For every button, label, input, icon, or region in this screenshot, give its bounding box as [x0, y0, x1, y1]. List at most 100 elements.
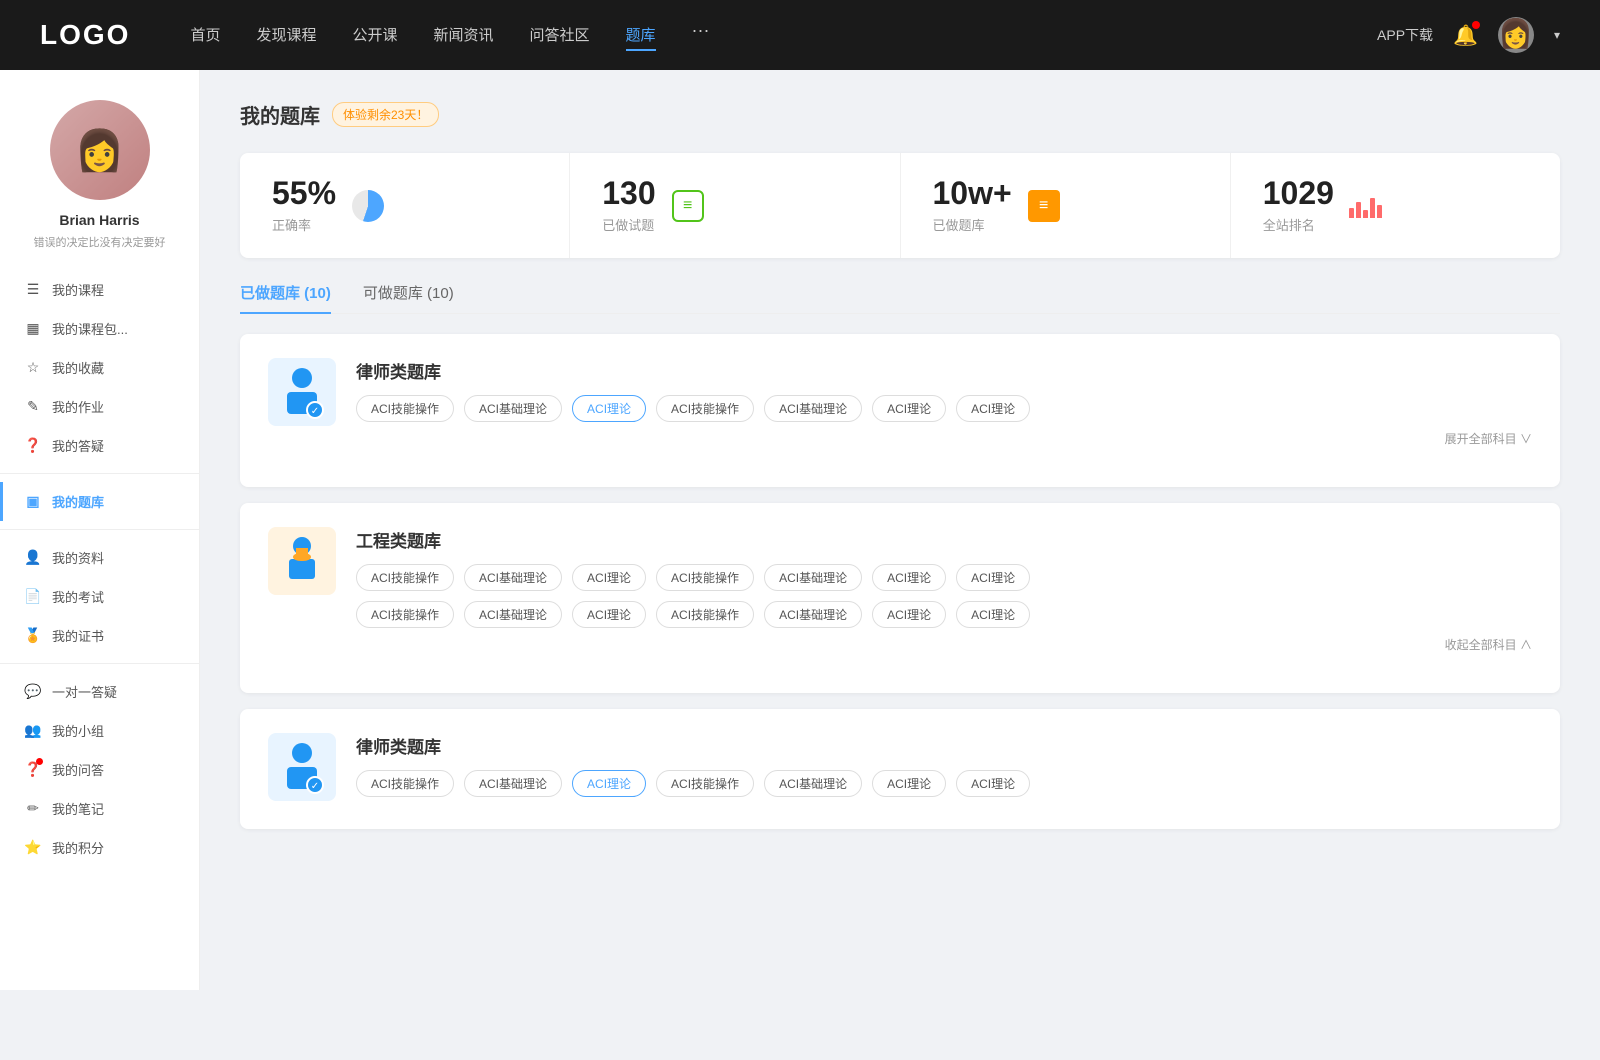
bank-1-expand[interactable]: 展开全部科目 ∨	[356, 430, 1532, 447]
bar4	[1370, 198, 1375, 218]
homework-icon: ✎	[24, 398, 42, 415]
bank-2-tag-r2-0[interactable]: ACI技能操作	[356, 601, 454, 628]
sidebar: 👩 Brian Harris 错误的决定比没有决定要好 ☰ 我的课程 ▦ 我的课…	[0, 70, 200, 990]
bank-3-tag-0[interactable]: ACI技能操作	[356, 770, 454, 797]
stat-accuracy-text: 55% 正确率	[272, 177, 336, 234]
bank-2-tag-r2-4[interactable]: ACI基础理论	[764, 601, 862, 628]
app-download-button[interactable]: APP下载	[1377, 25, 1433, 45]
bank-2-tag-r2-1[interactable]: ACI基础理论	[464, 601, 562, 628]
stat-questions-done: 130 已做试题 ≡	[570, 153, 900, 258]
sidebar-user-name: Brian Harris	[59, 212, 139, 228]
bank-2-tag-r2-2[interactable]: ACI理论	[572, 601, 646, 628]
favorites-icon: ☆	[24, 359, 42, 376]
sidebar-user-motto: 错误的决定比没有决定要好	[18, 234, 182, 250]
bank-2-collapse[interactable]: 收起全部科目 ∧	[356, 636, 1532, 653]
nav-link-more[interactable]: ···	[692, 20, 710, 51]
nav-links: 首页 发现课程 公开课 新闻资讯 问答社区 题库 ···	[190, 20, 1377, 51]
nav-logo: LOGO	[40, 19, 130, 51]
user-avatar[interactable]: 👩	[1498, 17, 1534, 53]
sidebar-label-favorites: 我的收藏	[52, 358, 104, 377]
question-doc-icon: ≡	[672, 190, 704, 222]
sidebar-label-points: 我的积分	[52, 838, 104, 857]
tab-done-banks[interactable]: 已做题库 (10)	[240, 282, 331, 313]
bank-1-tag-2[interactable]: ACI理论	[572, 395, 646, 422]
bank-2-tag-r2-6[interactable]: ACI理论	[956, 601, 1030, 628]
bank-3-tag-5[interactable]: ACI理论	[872, 770, 946, 797]
sidebar-item-notes[interactable]: ✏ 我的笔记	[0, 789, 199, 828]
sidebar-item-questions[interactable]: ❓ 我的答疑	[0, 426, 199, 465]
bar5	[1377, 205, 1382, 218]
bank-1-tag-0[interactable]: ACI技能操作	[356, 395, 454, 422]
bank-3-tag-4[interactable]: ACI基础理论	[764, 770, 862, 797]
nav-link-news[interactable]: 新闻资讯	[434, 20, 494, 51]
notification-dot	[1472, 21, 1480, 29]
bank-1-tag-4[interactable]: ACI基础理论	[764, 395, 862, 422]
bank-2-tag-r1-1[interactable]: ACI基础理论	[464, 564, 562, 591]
pie-chart	[352, 190, 384, 222]
bank-3-title: 律师类题库	[356, 733, 1532, 758]
bank-1-tag-3[interactable]: ACI技能操作	[656, 395, 754, 422]
questionbank-icon: ▣	[24, 493, 42, 510]
sidebar-item-favorites[interactable]: ☆ 我的收藏	[0, 348, 199, 387]
stat-accuracy-label: 正确率	[272, 215, 336, 234]
sidebar-item-profile[interactable]: 👤 我的资料	[0, 538, 199, 577]
bank-3-tag-1[interactable]: ACI基础理论	[464, 770, 562, 797]
bar2	[1356, 202, 1361, 218]
sidebar-item-homework[interactable]: ✎ 我的作业	[0, 387, 199, 426]
bank-1-tag-1[interactable]: ACI基础理论	[464, 395, 562, 422]
exam-icon: 📄	[24, 588, 42, 605]
bank-2-tags-row-1: ACI技能操作 ACI基础理论 ACI理论 ACI技能操作 ACI基础理论 AC…	[356, 564, 1532, 591]
bank-2-content: 工程类题库 ACI技能操作 ACI基础理论 ACI理论 ACI技能操作 ACI基…	[356, 527, 1532, 653]
bar1	[1349, 208, 1354, 218]
sidebar-item-group[interactable]: 👥 我的小组	[0, 711, 199, 750]
nav-link-opencourse[interactable]: 公开课	[352, 20, 397, 51]
sidebar-item-certificate[interactable]: 🏅 我的证书	[0, 616, 199, 655]
bank-1-tag-6[interactable]: ACI理论	[956, 395, 1030, 422]
packages-icon: ▦	[24, 320, 42, 337]
nav-link-home[interactable]: 首页	[190, 20, 220, 51]
sidebar-item-my-qa[interactable]: ❓ 我的问答	[0, 750, 199, 789]
nav-link-qa[interactable]: 问答社区	[530, 20, 590, 51]
bank-card-2-header: 工程类题库 ACI技能操作 ACI基础理论 ACI理论 ACI技能操作 ACI基…	[268, 527, 1532, 653]
bank-3-tag-6[interactable]: ACI理论	[956, 770, 1030, 797]
bank-2-tag-r1-0[interactable]: ACI技能操作	[356, 564, 454, 591]
bank-2-tag-r1-4[interactable]: ACI基础理论	[764, 564, 862, 591]
nav-link-questionbank[interactable]: 题库	[626, 20, 656, 51]
bank-3-tag-3[interactable]: ACI技能操作	[656, 770, 754, 797]
sidebar-item-tutoring[interactable]: 💬 一对一答疑	[0, 672, 199, 711]
bank-3-icon: ✓	[268, 733, 336, 801]
main-layout: 👩 Brian Harris 错误的决定比没有决定要好 ☰ 我的课程 ▦ 我的课…	[0, 70, 1600, 990]
bank-3-tag-2[interactable]: ACI理论	[572, 770, 646, 797]
stat-banks-value: 10w+	[933, 177, 1012, 209]
sidebar-label-group: 我的小组	[52, 721, 104, 740]
bank-2-tags-row-2: ACI技能操作 ACI基础理论 ACI理论 ACI技能操作 ACI基础理论 AC…	[356, 601, 1532, 628]
tab-available-banks[interactable]: 可做题库 (10)	[363, 282, 454, 313]
sidebar-avatar: 👩	[50, 100, 150, 200]
tutoring-icon: 💬	[24, 683, 42, 700]
bank-2-tag-r2-5[interactable]: ACI理论	[872, 601, 946, 628]
trial-badge: 体验剩余23天！	[332, 102, 439, 127]
notes-icon: ✏	[24, 800, 42, 817]
notification-bell[interactable]: 🔔	[1453, 23, 1478, 48]
bank-2-title: 工程类题库	[356, 527, 1532, 552]
bank-card-3: ✓ 律师类题库 ACI技能操作 ACI基础理论 ACI理论 ACI技能操作 AC…	[240, 709, 1560, 829]
sidebar-item-points[interactable]: ⭐ 我的积分	[0, 828, 199, 867]
avatar-chevron-icon[interactable]: ▾	[1554, 28, 1560, 42]
bank-2-tag-r1-6[interactable]: ACI理论	[956, 564, 1030, 591]
sidebar-item-exam[interactable]: 📄 我的考试	[0, 577, 199, 616]
bank-1-tag-5[interactable]: ACI理论	[872, 395, 946, 422]
sidebar-label-packages: 我的课程包...	[52, 319, 128, 338]
sidebar-item-my-courses[interactable]: ☰ 我的课程	[0, 270, 199, 309]
certificate-icon: 🏅	[24, 627, 42, 644]
bank-2-tag-r1-5[interactable]: ACI理论	[872, 564, 946, 591]
nav-link-discover[interactable]: 发现课程	[256, 20, 316, 51]
sidebar-item-course-packages[interactable]: ▦ 我的课程包...	[0, 309, 199, 348]
bar-chart-icon	[1349, 194, 1382, 218]
bank-1-icon: ✓	[268, 358, 336, 426]
bank-2-tag-r1-3[interactable]: ACI技能操作	[656, 564, 754, 591]
bank-2-tag-r1-2[interactable]: ACI理论	[572, 564, 646, 591]
nav-right: APP下载 🔔 👩 ▾	[1377, 17, 1560, 53]
sidebar-item-questionbank[interactable]: ▣ 我的题库	[0, 482, 199, 521]
svg-text:✓: ✓	[311, 406, 319, 417]
bank-2-tag-r2-3[interactable]: ACI技能操作	[656, 601, 754, 628]
